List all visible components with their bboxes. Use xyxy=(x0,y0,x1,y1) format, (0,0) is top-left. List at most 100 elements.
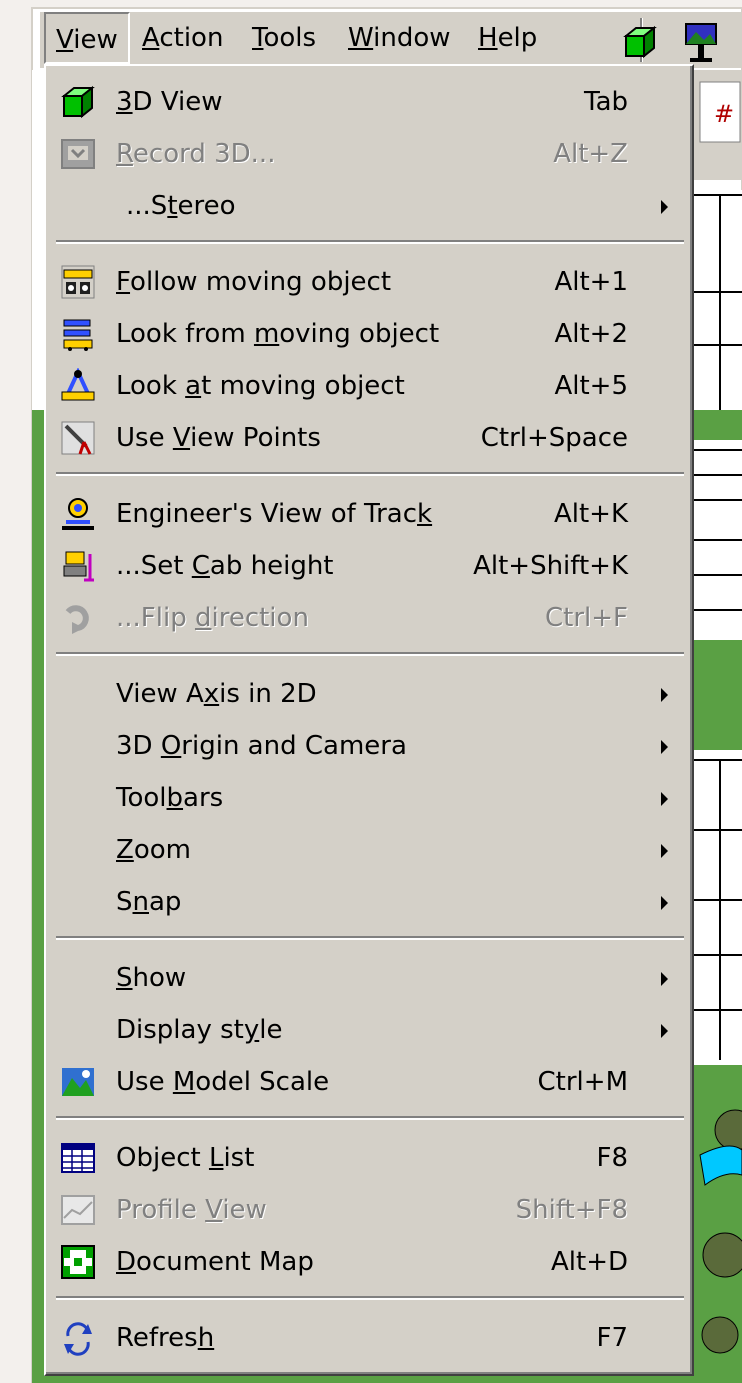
menu-item-label: Profile View xyxy=(116,1184,267,1236)
menu-item-label: Engineer's View of Track xyxy=(116,488,432,540)
menu-tools[interactable]: Tools xyxy=(242,12,326,64)
menu-item-label: Use View Points xyxy=(116,412,321,464)
menu-item-set-cab-height[interactable]: ...Set Cab height Alt+Shift+K xyxy=(52,540,688,592)
menu-item-document-map[interactable]: Document Map Alt+D xyxy=(52,1236,688,1288)
refresh-icon xyxy=(64,1322,92,1356)
menu-item-record-3d: Record 3D... Alt+Z xyxy=(52,128,688,180)
menu-item-label-text: rigin and Camera xyxy=(181,731,407,761)
cab-height-icon xyxy=(63,551,94,582)
menu-item-label-text: iew xyxy=(222,1195,267,1225)
menu-item-label-text: how xyxy=(132,963,187,993)
view-points-icon xyxy=(61,421,95,455)
submenu-arrow-icon xyxy=(661,972,668,986)
menu-item-shortcut: Ctrl+M xyxy=(537,1067,628,1097)
menu-item-view-axis-in-2d[interactable]: View Axis in 2D xyxy=(52,668,688,720)
menu-window[interactable]: Window xyxy=(338,12,461,64)
object-list-icon xyxy=(61,1143,95,1173)
menu-item-label-text: Look xyxy=(116,371,186,401)
menu-item-label-text: ecord 3D... xyxy=(132,139,276,169)
model-scale-icon xyxy=(62,1068,94,1096)
menu-help[interactable]: Help xyxy=(468,12,547,64)
menu-item-refresh[interactable]: Refresh F7 xyxy=(52,1312,688,1364)
menu-item-mnemonic: F xyxy=(116,267,131,297)
menu-item-look-from-moving-object[interactable]: Look from moving object Alt+2 xyxy=(52,308,688,360)
menu-item-label-text: ocument Map xyxy=(136,1247,314,1277)
engineer-view-icon xyxy=(62,498,94,530)
submenu-arrow-icon xyxy=(661,688,668,702)
menu-item-label-text: ...Set xyxy=(116,551,192,581)
menu-view-mnemonic: V xyxy=(56,25,74,55)
menu-item-mnemonic: O xyxy=(160,731,182,761)
menu-item-label-text: 3D xyxy=(116,731,161,761)
menu-item-shortcut: Tab xyxy=(583,87,628,117)
menu-item-label-text: Display st xyxy=(116,1015,244,1045)
menu-item-display-style[interactable]: Display style xyxy=(52,1004,688,1056)
menu-item-label-text: ars xyxy=(183,783,224,813)
menu-tools-mnemonic: T xyxy=(252,23,264,53)
submenu-arrow-icon xyxy=(661,792,668,806)
menu-item-label: Zoom xyxy=(116,824,191,876)
menu-item-shortcut: Alt+K xyxy=(553,499,628,529)
menu-separator xyxy=(56,1296,684,1300)
menu-item-mnemonic: n xyxy=(132,887,149,917)
menu-item-mnemonic: S xyxy=(116,963,133,993)
menu-item-zoom[interactable]: Zoom xyxy=(52,824,688,876)
menu-item-show[interactable]: Show xyxy=(52,952,688,1004)
menu-item-mnemonic: C xyxy=(191,551,210,581)
menu-item-label-text: ollow moving object xyxy=(130,267,392,297)
menu-item-label-text: S xyxy=(116,887,133,917)
menu-item-shortcut: Alt+Z xyxy=(553,139,628,169)
menu-item-use-view-points[interactable]: Use View Points Ctrl+Space xyxy=(52,412,688,464)
menu-item-shortcut: F8 xyxy=(596,1143,629,1173)
scenery-icon[interactable] xyxy=(680,20,722,64)
submenu-arrow-icon xyxy=(661,844,668,858)
menu-item-use-model-scale[interactable]: Use Model Scale Ctrl+M xyxy=(52,1056,688,1108)
menu-item-label: Refresh xyxy=(116,1312,214,1364)
menu-item-3d-origin-and-camera[interactable]: 3D Origin and Camera xyxy=(52,720,688,772)
menu-item-3d-view[interactable]: 3D View Tab xyxy=(52,76,688,128)
menu-item-shortcut: Ctrl+Space xyxy=(480,423,628,453)
menu-item-stereo[interactable]: ...Stereo xyxy=(52,180,688,232)
menu-item-shortcut: Alt+Shift+K xyxy=(473,551,628,581)
menu-item-label: ...Set Cab height xyxy=(116,540,334,592)
menu-item-label-text: odel Scale xyxy=(195,1067,330,1097)
menu-item-label: ...Flip direction xyxy=(116,592,309,644)
menu-item-label-text: oving object xyxy=(279,319,440,349)
follow-object-icon xyxy=(61,265,95,299)
menu-item-engineer-s-view-of-track[interactable]: Engineer's View of Track Alt+K xyxy=(52,488,688,540)
menu-view[interactable]: View xyxy=(44,12,130,64)
menu-item-label: Follow moving object xyxy=(116,256,391,308)
menu-item-label: Look from moving object xyxy=(116,308,439,360)
menu-item-label-text: le xyxy=(259,1015,283,1045)
menu-item-toolbars[interactable]: Toolbars xyxy=(52,772,688,824)
flip-direction-icon xyxy=(65,605,89,634)
menu-item-mnemonic: V xyxy=(172,423,191,453)
menu-item-shortcut: Alt+2 xyxy=(554,319,628,349)
menu-item-shortcut: Alt+1 xyxy=(554,267,628,297)
green-cube-icon xyxy=(61,85,95,119)
menu-action-mnemonic: A xyxy=(142,23,160,53)
menu-item-label: 3D Origin and Camera xyxy=(116,720,407,772)
3d-cube-icon[interactable] xyxy=(620,22,660,62)
menu-separator xyxy=(56,652,684,656)
menu-item-snap[interactable]: Snap xyxy=(52,876,688,928)
menu-item-look-at-moving-object[interactable]: Look at moving object Alt+5 xyxy=(52,360,688,412)
menu-item-mnemonic: y xyxy=(243,1015,260,1045)
menu-separator xyxy=(56,936,684,940)
menu-item-mnemonic: 3 xyxy=(116,87,133,117)
svg-text:#: # xyxy=(714,100,734,128)
view-menu-dropdown: 3D View Tab Record 3D... Alt+Z ...Stereo Foll… xyxy=(44,64,694,1376)
menu-item-label: Look at moving object xyxy=(116,360,405,412)
menu-item-label: Record 3D... xyxy=(116,128,275,180)
menu-action[interactable]: Action xyxy=(132,12,233,64)
menu-item-object-list[interactable]: Object List F8 xyxy=(52,1132,688,1184)
menu-item-label-text: Look from xyxy=(116,319,254,349)
menu-item-label-text: D View xyxy=(132,87,223,117)
menu-item-label-text: ...S xyxy=(126,191,168,221)
menu-item-label-text: ap xyxy=(149,887,182,917)
menu-item-shortcut: Alt+5 xyxy=(554,371,628,401)
submenu-arrow-icon xyxy=(661,896,668,910)
menu-item-label: Use Model Scale xyxy=(116,1056,329,1108)
menu-item-label-text: Engineer's View of Trac xyxy=(116,499,418,529)
menu-item-follow-moving-object[interactable]: Follow moving object Alt+1 xyxy=(52,256,688,308)
